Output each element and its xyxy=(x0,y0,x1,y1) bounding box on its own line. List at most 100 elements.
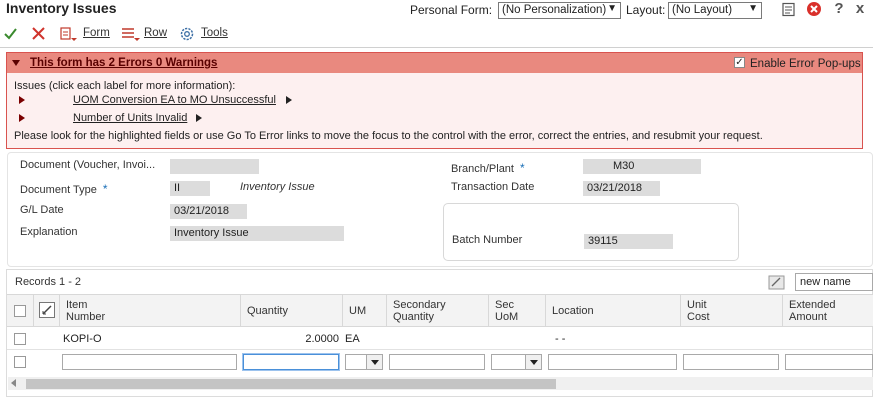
column-header-line: Secondary xyxy=(393,299,446,311)
issue-link-units-invalid[interactable]: Number of Units Invalid xyxy=(73,112,187,124)
tools-gear-icon[interactable] xyxy=(179,26,195,45)
required-star-icon: * xyxy=(102,182,108,196)
column-header-line: Sec xyxy=(495,299,514,311)
go-to-error-icon[interactable] xyxy=(196,114,202,122)
column-header-quantity[interactable]: Quantity xyxy=(247,305,288,317)
unit-cost-input[interactable] xyxy=(683,354,779,370)
column-header-line: Amount xyxy=(789,311,827,323)
personal-form-select[interactable]: (No Personalization) ▼ xyxy=(498,2,621,19)
document-type-description: Inventory Issue xyxy=(240,181,315,193)
row-checkbox[interactable] xyxy=(14,333,26,345)
transaction-date-field[interactable]: 03/21/2018 xyxy=(583,181,660,196)
layout-value: (No Layout) xyxy=(672,4,733,16)
form-menu-button[interactable]: Form xyxy=(83,27,110,39)
column-divider xyxy=(782,295,783,326)
transaction-date-label: Transaction Date xyxy=(451,181,535,193)
extended-amount-input[interactable] xyxy=(785,354,873,370)
help-icon[interactable]: ? xyxy=(831,1,847,17)
column-divider xyxy=(545,295,546,326)
branch-plant-field[interactable]: M30 xyxy=(583,159,701,174)
column-divider xyxy=(342,295,343,326)
column-header-line: UoM xyxy=(495,311,519,323)
column-header-sec-uom[interactable]: Sec UoM xyxy=(495,299,518,323)
document-type-field[interactable]: II xyxy=(170,181,210,196)
toolbar-divider xyxy=(0,47,873,48)
scroll-left-icon[interactable] xyxy=(11,379,16,387)
table-row[interactable] xyxy=(7,328,873,350)
column-divider xyxy=(680,295,681,326)
row-checkbox[interactable] xyxy=(14,356,26,368)
notes-icon[interactable] xyxy=(780,2,796,18)
row-menu-icon[interactable] xyxy=(121,26,141,45)
enable-popups-label: Enable Error Pop-ups xyxy=(750,58,861,70)
column-header-line: Item xyxy=(66,299,88,311)
column-header-um[interactable]: UM xyxy=(349,305,366,317)
document-type-label-text: Document Type xyxy=(20,184,97,196)
column-divider xyxy=(240,295,241,326)
batch-number-label: Batch Number xyxy=(452,234,523,246)
secondary-quantity-input[interactable] xyxy=(389,354,485,370)
query-name-input[interactable]: new name xyxy=(795,273,873,291)
issues-intro: Issues (click each label for more inform… xyxy=(14,80,236,92)
personal-form-label: Personal Form: xyxy=(410,3,493,17)
cell-um[interactable]: EA xyxy=(345,333,360,345)
go-to-error-icon[interactable] xyxy=(286,96,292,104)
chevron-down-icon: ▼ xyxy=(607,3,617,14)
batch-number-field: 39115 xyxy=(584,234,673,249)
column-header-line: Number xyxy=(66,311,106,323)
column-header-line: Extended xyxy=(789,299,836,311)
cell-quantity[interactable]: 2.0000 xyxy=(243,333,339,345)
chevron-down-icon[interactable] xyxy=(525,355,541,369)
collapse-triangle-icon[interactable] xyxy=(12,60,20,66)
branch-plant-label-text: Branch/Plant xyxy=(451,163,514,175)
cell-location[interactable]: - - xyxy=(555,333,565,345)
item-number-input[interactable] xyxy=(62,354,237,370)
um-select[interactable] xyxy=(345,354,383,370)
expand-triangle-icon[interactable] xyxy=(19,114,25,122)
explanation-field[interactable]: Inventory Issue xyxy=(170,226,344,241)
column-header-unit-cost[interactable]: Unit Cost xyxy=(687,299,710,323)
page-title: Inventory Issues xyxy=(6,0,117,16)
title-bar: Inventory Issues Personal Form: (No Pers… xyxy=(0,0,873,21)
error-panel: This form has 2 Errors 0 Warnings ✓ Enab… xyxy=(6,52,863,149)
batch-box xyxy=(443,203,739,261)
enable-popups-checkbox[interactable]: ✓ xyxy=(734,57,745,68)
quantity-input[interactable] xyxy=(243,354,339,370)
gl-date-field[interactable]: 03/21/2018 xyxy=(170,204,247,219)
explanation-label: Explanation xyxy=(20,226,78,238)
column-header-extended-amount[interactable]: Extended Amount xyxy=(789,299,835,323)
checkmark-icon[interactable] xyxy=(3,26,18,44)
column-divider xyxy=(386,295,387,326)
chevron-down-icon[interactable] xyxy=(366,355,382,369)
edit-rows-icon[interactable] xyxy=(39,302,55,318)
tools-menu-button[interactable]: Tools xyxy=(201,27,228,39)
column-header-location[interactable]: Location xyxy=(552,305,594,317)
column-header-item-number[interactable]: Item Number xyxy=(66,299,105,323)
column-divider xyxy=(59,295,60,326)
query-icon[interactable] xyxy=(768,275,785,293)
issue-link-uom-conversion[interactable]: UOM Conversion EA to MO Unsuccessful xyxy=(73,94,276,106)
layout-select[interactable]: (No Layout) ▼ xyxy=(668,2,762,19)
error-summary-link[interactable]: This form has 2 Errors 0 Warnings xyxy=(30,57,217,69)
chevron-down-icon: ▼ xyxy=(748,3,758,14)
form-menu-icon[interactable] xyxy=(60,26,78,45)
column-header-secondary-quantity[interactable]: Secondary Quantity xyxy=(393,299,446,323)
close-icon[interactable]: x xyxy=(852,1,868,17)
error-stop-icon[interactable] xyxy=(806,1,822,17)
horizontal-scrollbar[interactable] xyxy=(8,377,873,390)
row-menu-button[interactable]: Row xyxy=(144,27,167,39)
expand-triangle-icon[interactable] xyxy=(19,96,25,104)
sec-uom-select[interactable] xyxy=(491,354,542,370)
column-divider xyxy=(488,295,489,326)
document-label: Document (Voucher, Invoi... xyxy=(20,159,156,171)
layout-label: Layout: xyxy=(626,3,666,17)
scrollbar-thumb[interactable] xyxy=(26,379,556,389)
document-field[interactable] xyxy=(170,159,259,174)
cell-item-number[interactable]: KOPI-O xyxy=(63,333,102,345)
column-divider xyxy=(33,295,34,326)
column-header-line: Unit xyxy=(687,299,707,311)
cancel-x-icon[interactable] xyxy=(31,26,46,44)
location-input[interactable] xyxy=(548,354,677,370)
error-panel-header[interactable]: This form has 2 Errors 0 Warnings ✓ Enab… xyxy=(7,53,862,73)
select-all-checkbox[interactable] xyxy=(14,305,26,317)
